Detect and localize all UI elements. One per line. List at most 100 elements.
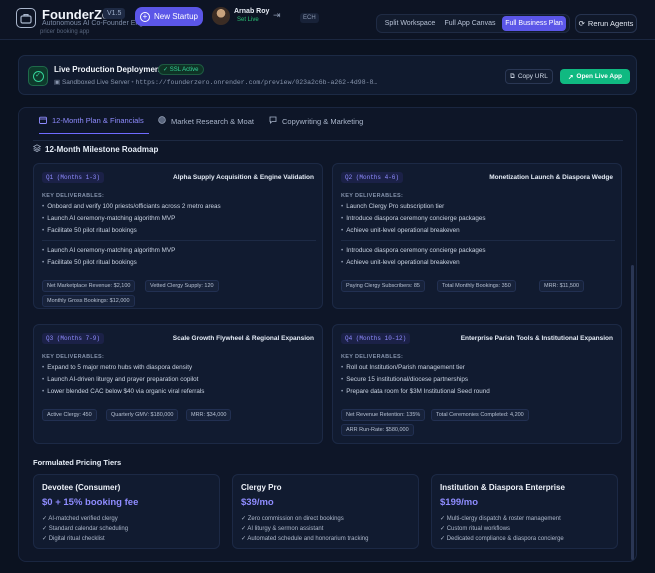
deliverable-item: Expand to 5 major metro hubs with diaspo…: [42, 364, 192, 371]
scrollbar[interactable]: [631, 265, 634, 560]
deliverable-item: Facilitate 50 pilot ritual bookings: [42, 227, 137, 234]
view-split-workspace[interactable]: Split Workspace: [380, 16, 440, 31]
tier-feature: AI-matched verified clergy: [42, 515, 117, 522]
open-live-app-button[interactable]: ↗ Open Live App: [560, 69, 630, 84]
pricing-heading: Formulated Pricing Tiers: [33, 458, 122, 467]
tier-price: $0 + 15% booking fee: [42, 497, 139, 508]
tier-name: Institution & Diaspora Enterprise: [440, 483, 565, 492]
view-full-business-plan[interactable]: Full Business Plan: [502, 16, 566, 31]
quarter-tag: Q2 (Months 4-6): [341, 172, 404, 183]
calendar-icon: [39, 116, 47, 126]
metric-chip: Vetted Clergy Supply: 120: [145, 280, 219, 292]
pricing-tier-card: Clergy Pro $39/mo Zero commission on dir…: [232, 474, 419, 549]
deliverable-item: Prepare data room for $3M Institutional …: [341, 388, 490, 395]
metric-chip: Paying Clergy Subscribers: 85: [341, 280, 425, 292]
user-status: Set Live: [237, 17, 259, 23]
view-full-app-canvas[interactable]: Full App Canvas: [441, 16, 499, 31]
metric-chip: MRR: $34,000: [186, 409, 232, 421]
quarter-tag: Q3 (Months 7-9): [42, 333, 105, 344]
tab-divider: [33, 140, 623, 141]
quarter-tag: Q4 (Months 10-12): [341, 333, 411, 344]
ssl-status-badge: ✓ SSL Active: [158, 64, 204, 75]
chat-icon: [269, 116, 277, 126]
deliverable-item: Launch Clergy Pro subscription tier: [341, 203, 444, 210]
tab-label: 12-Month Plan & Financials: [52, 116, 144, 125]
tier-feature: Standard calendar scheduling: [42, 525, 128, 532]
new-startup-button[interactable]: + New Startup: [135, 7, 203, 26]
roadmap-title: 12-Month Milestone Roadmap: [45, 144, 159, 154]
deployment-card: ✓ Live Production Deployment ✓ SSL Activ…: [18, 55, 637, 95]
external-link-icon: ↗: [567, 73, 574, 81]
deliverable-item: Introduce diaspora ceremony concierge pa…: [341, 247, 485, 254]
tab-copywriting[interactable]: Copywriting & Marketing: [269, 108, 363, 134]
metric-chip: MRR: $11,500: [539, 280, 585, 292]
deliverable-item: Introduce diaspora ceremony concierge pa…: [341, 215, 485, 222]
deliverable-item: Lower blended CAC below $40 via organic …: [42, 388, 204, 395]
tier-feature: Digital ritual checklist: [42, 535, 105, 542]
plus-icon: +: [139, 11, 150, 22]
server-label: Sandboxed Live Server: [61, 79, 130, 86]
rerun-agents-label: Rerun Agents: [587, 19, 634, 28]
quarter-tag: Q1 (Months 1-3): [42, 172, 105, 183]
briefcase-icon[interactable]: [16, 8, 36, 28]
pricing-tier-card: Devotee (Consumer) $0 + 15% booking fee …: [33, 474, 220, 549]
metric-chip: ARR Run-Rate: $580,000: [341, 424, 414, 436]
logout-icon[interactable]: ⇥: [273, 10, 281, 21]
breadcrumb-fragment: pricer booking app: [40, 29, 90, 35]
tab-label: Market Research & Moat: [171, 116, 254, 126]
tab-12-month-plan[interactable]: 12-Month Plan & Financials: [39, 108, 149, 134]
key-deliverables-label: KEY DELIVERABLES:: [42, 193, 105, 199]
metric-chip: Total Monthly Bookings: 350: [437, 280, 516, 292]
deliverable-item: Secure 15 institutional/diocese partners…: [341, 376, 468, 383]
quarter-title: Monetization Launch & Diaspora Wedge: [489, 174, 613, 181]
quarter-title: Scale Growth Flywheel & Regional Expansi…: [172, 335, 314, 342]
top-header: FounderZero V1.5 Autonomous AI Co-Founde…: [0, 0, 655, 40]
ssl-badge-label: SSL Active: [169, 67, 199, 73]
deployment-url[interactable]: https://founderzero.onrender.com/preview…: [135, 79, 377, 86]
deliverable-item: Achieve unit-level operational breakeven: [341, 227, 459, 234]
tab-label: Copywriting & Marketing: [282, 116, 364, 126]
quarter-card-q3: Q3 (Months 7-9) Scale Growth Flywheel & …: [33, 324, 323, 444]
deliverable-item: Launch AI-driven liturgy and prayer prep…: [42, 376, 198, 383]
pricing-tier-card: Institution & Diaspora Enterprise $199/m…: [431, 474, 618, 549]
business-plan-panel: 12-Month Plan & Financials Market Resear…: [18, 107, 637, 562]
deliverable-item: Onboard and verify 100 priests/officiant…: [42, 203, 220, 210]
divider: [42, 240, 316, 241]
tier-name: Clergy Pro: [241, 483, 282, 492]
user-name: Arnab Roy: [234, 8, 270, 15]
rerun-agents-button[interactable]: ⟳ Rerun Agents: [575, 14, 637, 33]
deliverable-item: Launch AI ceremony-matching algorithm MV…: [42, 215, 175, 222]
quarter-card-q1: Q1 (Months 1-3) Alpha Supply Acquisition…: [33, 163, 323, 309]
quarter-card-q2: Q2 (Months 4-6) Monetization Launch & Di…: [332, 163, 622, 309]
deliverable-item: Achieve unit-level operational breakeven: [341, 259, 459, 266]
tier-feature: Zero commission on direct bookings: [241, 515, 344, 522]
tier-feature: AI liturgy & sermon assistant: [241, 525, 323, 532]
tier-feature: Dedicated compliance & diaspora concierg…: [440, 535, 564, 542]
quarter-card-q4: Q4 (Months 10-12) Enterprise Parish Tool…: [332, 324, 622, 444]
tier-feature: Multi-clergy dispatch & roster managemen…: [440, 515, 561, 522]
copy-icon: ⧉: [510, 72, 515, 80]
version-badge: V1.5: [103, 8, 126, 19]
roadmap-heading: 12-Month Milestone Roadmap: [32, 144, 159, 154]
server-icon: ▣: [54, 79, 61, 86]
quarter-title: Alpha Supply Acquisition & Engine Valida…: [173, 174, 314, 181]
deliverable-item: Facilitate 50 pilot ritual bookings: [42, 259, 137, 266]
check-circle-icon: ✓: [28, 66, 48, 86]
quarter-title: Enterprise Parish Tools & Institutional …: [460, 335, 613, 342]
copy-url-label: Copy URL: [517, 73, 548, 80]
ech-badge: ECH: [300, 13, 319, 23]
tier-feature: Automated schedule and honorarium tracki…: [241, 535, 368, 542]
server-info: ▣ Sandboxed Live Server • https://founde…: [54, 79, 378, 86]
copy-url-button[interactable]: ⧉ Copy URL: [505, 69, 553, 84]
open-live-label: Open Live App: [576, 73, 623, 80]
key-deliverables-label: KEY DELIVERABLES:: [42, 354, 105, 360]
metric-chip: Net Revenue Retention: 135%: [341, 409, 426, 421]
avatar[interactable]: [212, 7, 230, 25]
refresh-icon: ⟳: [578, 19, 585, 28]
metric-chip: Active Clergy: 450: [42, 409, 97, 421]
tier-feature: Custom ritual workflows: [440, 525, 510, 532]
tab-market-research[interactable]: Market Research & Moat: [158, 108, 254, 134]
key-deliverables-label: KEY DELIVERABLES:: [341, 354, 404, 360]
deliverable-item: Roll out Institution/Parish management t…: [341, 364, 465, 371]
deliverable-item: Launch AI ceremony-matching algorithm MV…: [42, 247, 175, 254]
